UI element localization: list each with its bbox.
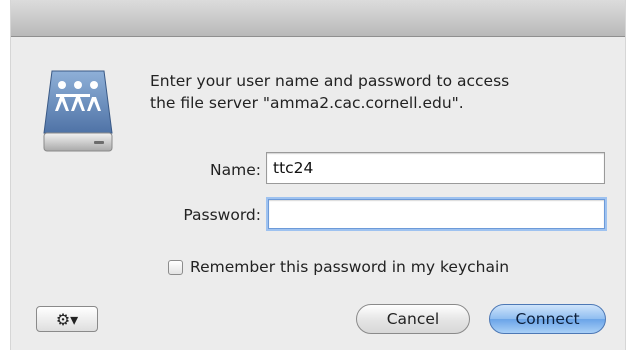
gear-menu-button[interactable]: ⚙▾ bbox=[36, 306, 98, 332]
prompt-message: Enter your user name and password to acc… bbox=[150, 70, 610, 114]
password-label: Password: bbox=[183, 206, 261, 224]
file-server-icon bbox=[42, 67, 114, 159]
prompt-message-line-2: the file server "amma2.cac.cornell.edu". bbox=[150, 94, 464, 112]
remember-password-checkbox[interactable] bbox=[168, 259, 183, 275]
connect-button[interactable]: Connect bbox=[489, 304, 606, 334]
remember-password-label[interactable]: Remember this password in my keychain bbox=[190, 258, 509, 276]
name-input[interactable]: ttc24 bbox=[266, 152, 605, 184]
remember-password-row[interactable]: Remember this password in my keychain bbox=[168, 256, 509, 278]
gear-icon: ⚙▾ bbox=[55, 309, 79, 329]
name-label: Name: bbox=[210, 161, 261, 179]
prompt-message-line-1: Enter your user name and password to acc… bbox=[150, 72, 510, 90]
password-input[interactable] bbox=[268, 199, 605, 229]
login-dialog: Enter your user name and password to acc… bbox=[11, 0, 625, 350]
title-bar[interactable] bbox=[11, 0, 625, 37]
cancel-button[interactable]: Cancel bbox=[356, 304, 470, 334]
